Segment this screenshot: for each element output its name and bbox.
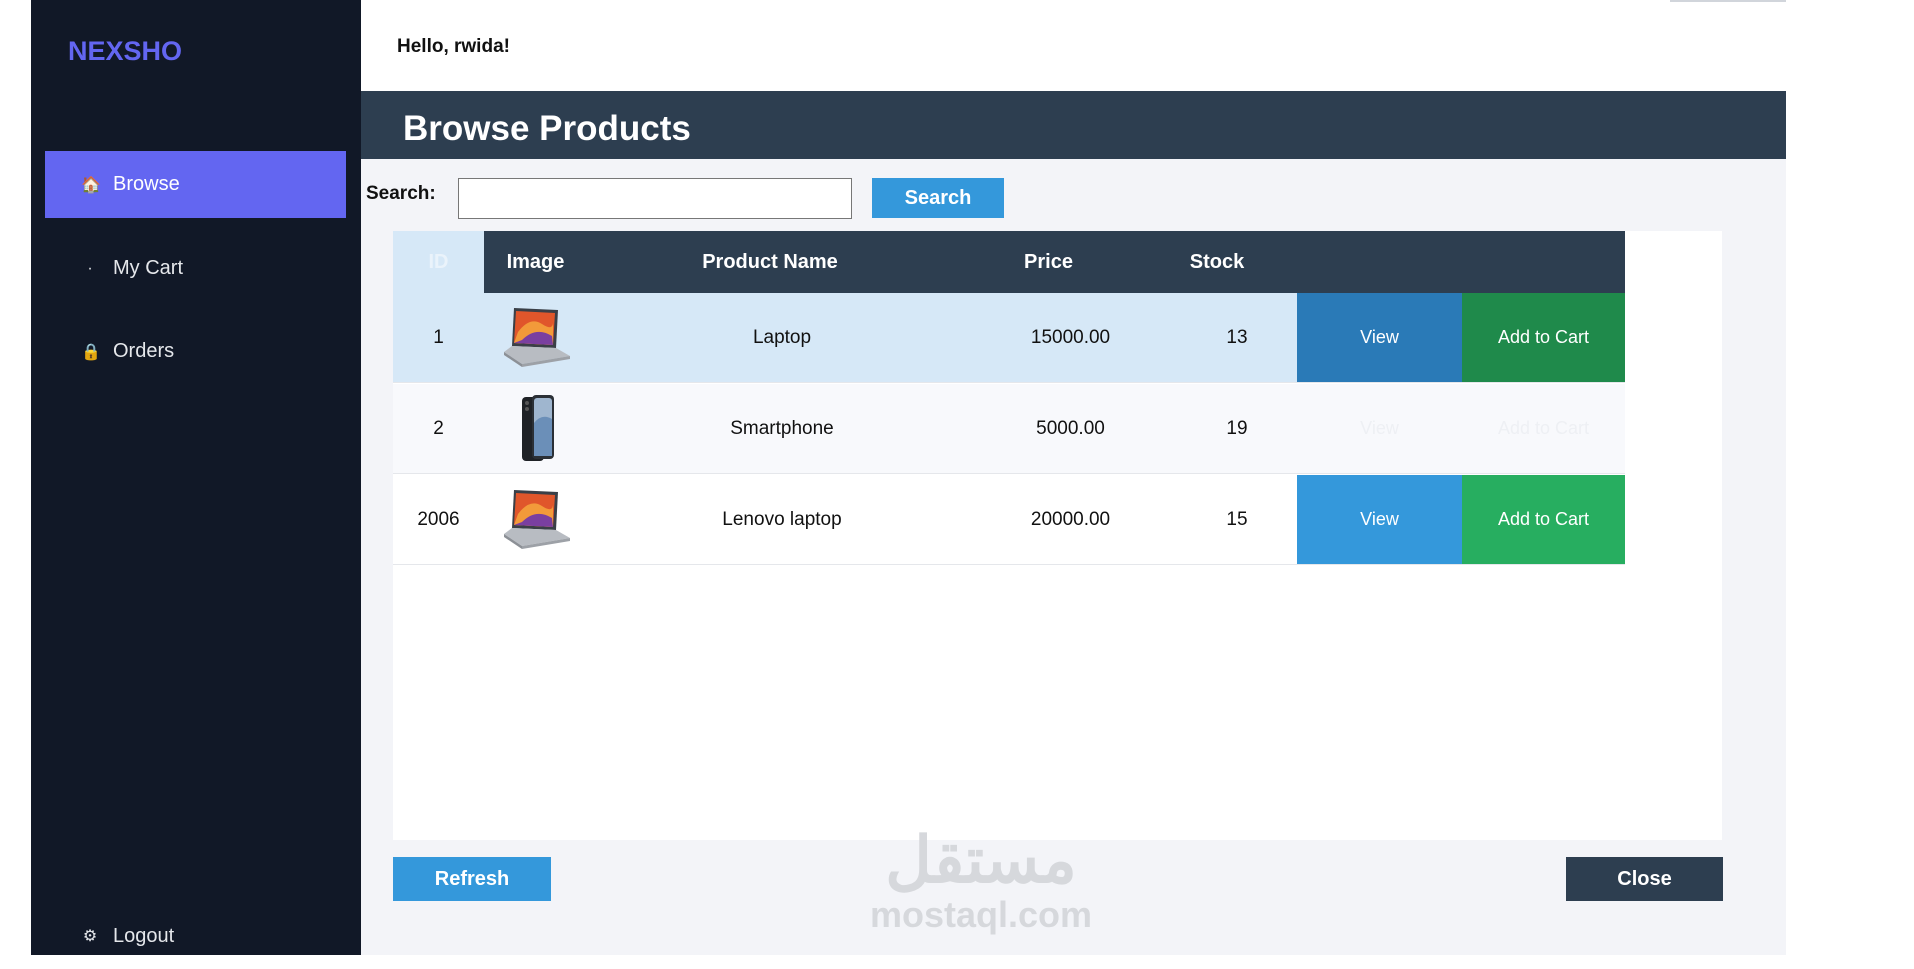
column-header-product-name[interactable]: Product Name <box>587 231 953 293</box>
cell-stock: 19 <box>1226 418 1248 439</box>
column-header-id[interactable]: ID <box>393 231 484 293</box>
add-to-cart-button[interactable]: Add to Cart <box>1462 293 1625 382</box>
column-header-image[interactable]: Image <box>484 231 587 293</box>
column-header-price[interactable]: Price <box>953 231 1144 293</box>
smartphone-image <box>484 384 587 474</box>
top-divider <box>1670 0 1786 2</box>
cell-price: 15000.00 <box>1030 327 1111 348</box>
view-button[interactable]: View <box>1297 475 1462 564</box>
cell-price: 5000.00 <box>1036 418 1105 439</box>
brand-logo[interactable]: NEXSHO <box>68 36 182 67</box>
laptop-image <box>484 475 587 565</box>
view-button[interactable]: View <box>1297 293 1462 382</box>
search-input[interactable] <box>458 178 852 219</box>
add-to-cart-button[interactable]: Add to Cart <box>1462 384 1625 473</box>
sidebar-item-label: My Cart <box>113 257 183 279</box>
cell-product-name: Laptop <box>752 327 812 348</box>
sidebar-item-label: Orders <box>113 340 175 362</box>
cell-stock: 15 <box>1226 509 1248 530</box>
refresh-button[interactable]: Refresh <box>393 857 551 901</box>
main-panel: Browse Products Search: Search ID Image … <box>361 91 1786 955</box>
sidebar-item-label: Logout <box>113 924 175 947</box>
sidebar-item-logout[interactable]: ⚙ Logout <box>45 903 346 969</box>
cell-id: 1 <box>433 327 444 348</box>
table-row[interactable]: 1 Laptop 15000.00 13 View Add to Cart <box>393 293 1625 383</box>
laptop-image <box>484 293 587 383</box>
sidebar-item-label: Browse <box>113 173 180 195</box>
add-to-cart-button[interactable]: Add to Cart <box>1462 475 1625 564</box>
cell-id: 2006 <box>417 509 460 530</box>
watermark: مستقل mostaql.com <box>841 825 1121 935</box>
greeting-text: Hello, rwida! <box>397 36 510 57</box>
lock-icon: 🔒 <box>81 343 101 361</box>
table-row[interactable]: 2 Smartphone 5000.00 19 View Add to Cart <box>393 384 1625 474</box>
sidebar-item-my-cart[interactable]: · My Cart <box>45 235 346 302</box>
column-header-stock[interactable]: Stock <box>1144 231 1290 293</box>
table-header: ID Image Product Name Price Stock <box>393 231 1625 293</box>
search-button[interactable]: Search <box>872 178 1004 218</box>
cell-stock: 13 <box>1226 327 1248 348</box>
close-button[interactable]: Close <box>1566 857 1723 901</box>
sidebar: NEXSHO 🏠 Browse · My Cart 🔒 Orders ⚙ Log… <box>31 0 361 955</box>
gear-icon: ⚙ <box>82 928 98 945</box>
search-label: Search: <box>366 183 436 204</box>
home-icon: 🏠 <box>81 176 101 194</box>
sidebar-item-orders[interactable]: 🔒 Orders <box>45 318 346 385</box>
cell-id: 2 <box>433 418 444 439</box>
page-title: Browse Products <box>361 91 1786 159</box>
sidebar-item-browse[interactable]: 🏠 Browse <box>45 151 346 218</box>
table-row[interactable]: 2006 Lenovo laptop 20000.00 15 View Add … <box>393 475 1625 565</box>
cell-product-name: Lenovo laptop <box>722 509 842 530</box>
products-table: ID Image Product Name Price Stock 1 Lapt… <box>393 231 1722 840</box>
cell-product-name: Smartphone <box>730 418 834 439</box>
cell-price: 20000.00 <box>1030 509 1111 530</box>
watermark-latin: mostaql.com <box>869 894 1093 935</box>
bullet-icon: · <box>87 259 93 277</box>
watermark-arabic: مستقل <box>885 824 1077 896</box>
view-button[interactable]: View <box>1297 384 1462 473</box>
